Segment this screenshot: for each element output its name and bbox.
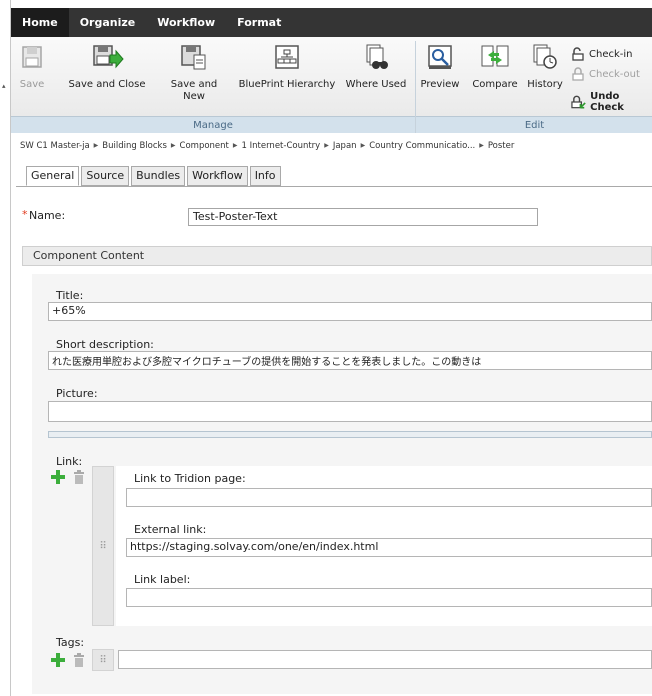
breadcrumb-item[interactable]: Component bbox=[180, 141, 229, 151]
short-description-label: Short description: bbox=[56, 338, 154, 351]
tab-source[interactable]: Source bbox=[81, 166, 130, 186]
picture-label: Picture: bbox=[56, 387, 98, 400]
ribbon-toolbar: Save Save and Close Save and New BluePri… bbox=[11, 37, 652, 117]
where-used-icon bbox=[366, 44, 388, 69]
breadcrumb-item[interactable]: Country Communicatio... bbox=[369, 141, 475, 151]
ribbon-tab-format[interactable]: Format bbox=[226, 8, 292, 37]
undo-check-out-button[interactable]: Undo Check bbox=[571, 91, 652, 113]
ribbon-tab-organize[interactable]: Organize bbox=[69, 8, 147, 37]
breadcrumb-separator-icon: ▶ bbox=[170, 142, 176, 149]
breadcrumb-separator-icon: ▶ bbox=[360, 142, 366, 149]
breadcrumb-separator-icon: ▶ bbox=[479, 142, 484, 149]
ribbon-group-manage: Manage bbox=[11, 117, 415, 133]
save-and-new-button[interactable]: Save and New bbox=[167, 43, 221, 103]
plus-icon bbox=[51, 470, 65, 484]
link-drag-handle[interactable]: ⠿ bbox=[92, 466, 114, 626]
compare-button[interactable]: Compare bbox=[467, 43, 523, 91]
add-link-button[interactable] bbox=[49, 468, 67, 486]
delete-tag-button[interactable] bbox=[70, 651, 88, 669]
external-link-input[interactable]: https://staging.solvay.com/one/en/index.… bbox=[126, 538, 652, 557]
history-icon bbox=[533, 44, 557, 69]
compare-icon bbox=[481, 45, 509, 67]
ribbon-tab-home[interactable]: Home bbox=[11, 8, 69, 37]
picture-drop-bar bbox=[48, 431, 652, 438]
save-close-icon bbox=[93, 45, 124, 69]
blueprint-hierarchy-button[interactable]: BluePrint Hierarchy bbox=[237, 43, 337, 91]
history-button[interactable]: History bbox=[525, 43, 565, 91]
check-out-button[interactable]: Check-out bbox=[571, 67, 640, 81]
ribbon-scroll-left-icon[interactable]: ▴ bbox=[2, 82, 6, 90]
trash-icon bbox=[74, 653, 84, 667]
link-to-tridion-page-label: Link to Tridion page: bbox=[134, 472, 246, 485]
breadcrumb-item[interactable]: 1 Internet-Country bbox=[242, 141, 321, 151]
save-icon bbox=[22, 46, 42, 68]
breadcrumb-item[interactable]: Japan bbox=[333, 141, 357, 151]
save-new-icon bbox=[181, 45, 206, 70]
name-input[interactable]: Test-Poster-Text bbox=[188, 208, 538, 226]
link-label-input[interactable] bbox=[126, 588, 652, 607]
tab-bundles[interactable]: Bundles bbox=[131, 166, 186, 186]
tags-input[interactable] bbox=[118, 650, 652, 669]
breadcrumb-separator-icon: ▶ bbox=[93, 142, 99, 149]
breadcrumb-item[interactable]: Poster bbox=[488, 141, 515, 151]
title-label: Title: bbox=[56, 289, 84, 302]
where-used-button[interactable]: Where Used bbox=[344, 43, 408, 91]
preview-button[interactable]: Preview bbox=[418, 43, 462, 91]
tab-divider bbox=[16, 186, 652, 187]
lock-icon bbox=[572, 67, 584, 81]
delete-link-button[interactable] bbox=[70, 468, 88, 486]
short-description-input[interactable]: れた医療用単腔および多腔マイクロチューブの提供を開始することを発表しました。この… bbox=[48, 351, 652, 370]
plus-icon bbox=[51, 653, 65, 667]
ribbon-tab-bar: Home Organize Workflow Format bbox=[11, 8, 652, 37]
breadcrumb-separator-icon: ▶ bbox=[324, 142, 329, 149]
blueprint-hierarchy-icon bbox=[275, 45, 299, 69]
save-and-close-button[interactable]: Save and Close bbox=[63, 43, 151, 91]
preview-icon bbox=[428, 45, 452, 69]
breadcrumb-separator-icon: ▶ bbox=[232, 142, 238, 149]
tab-general[interactable]: General bbox=[26, 166, 80, 186]
tab-workflow[interactable]: Workflow bbox=[187, 166, 248, 186]
title-input[interactable]: +65% bbox=[48, 302, 652, 321]
form-tab-bar: General Source Bundles Workflow Info bbox=[26, 166, 281, 186]
save-button[interactable]: Save bbox=[17, 43, 47, 91]
tag-drag-handle[interactable]: ⠿ bbox=[92, 649, 114, 671]
link-label: Link: bbox=[56, 455, 83, 468]
add-tag-button[interactable] bbox=[49, 651, 67, 669]
tab-info[interactable]: Info bbox=[249, 166, 281, 186]
check-in-button[interactable]: Check-in bbox=[571, 47, 633, 61]
required-marker: * bbox=[22, 208, 28, 221]
breadcrumb-item[interactable]: Building Blocks bbox=[102, 141, 167, 151]
ribbon-tab-workflow[interactable]: Workflow bbox=[146, 8, 226, 37]
link-label-label: Link label: bbox=[134, 573, 191, 586]
trash-icon bbox=[74, 470, 84, 484]
name-label: Name: bbox=[29, 209, 66, 222]
undo-lock-icon bbox=[571, 95, 586, 109]
external-link-label: External link: bbox=[134, 523, 207, 536]
component-content-header[interactable]: Component Content bbox=[22, 246, 652, 266]
ribbon-group-edit: Edit bbox=[416, 117, 652, 133]
unlock-icon bbox=[572, 47, 584, 61]
picture-input[interactable] bbox=[48, 401, 652, 422]
link-to-tridion-page-input[interactable] bbox=[126, 488, 652, 507]
tags-label: Tags: bbox=[56, 636, 85, 649]
grip-icon: ⠿ bbox=[99, 540, 107, 552]
breadcrumb-item[interactable]: SW C1 Master-ja bbox=[20, 141, 90, 151]
grip-icon: ⠿ bbox=[99, 654, 107, 666]
breadcrumb: SW C1 Master-ja ▶ Building Blocks ▶ Componen… bbox=[20, 141, 652, 151]
